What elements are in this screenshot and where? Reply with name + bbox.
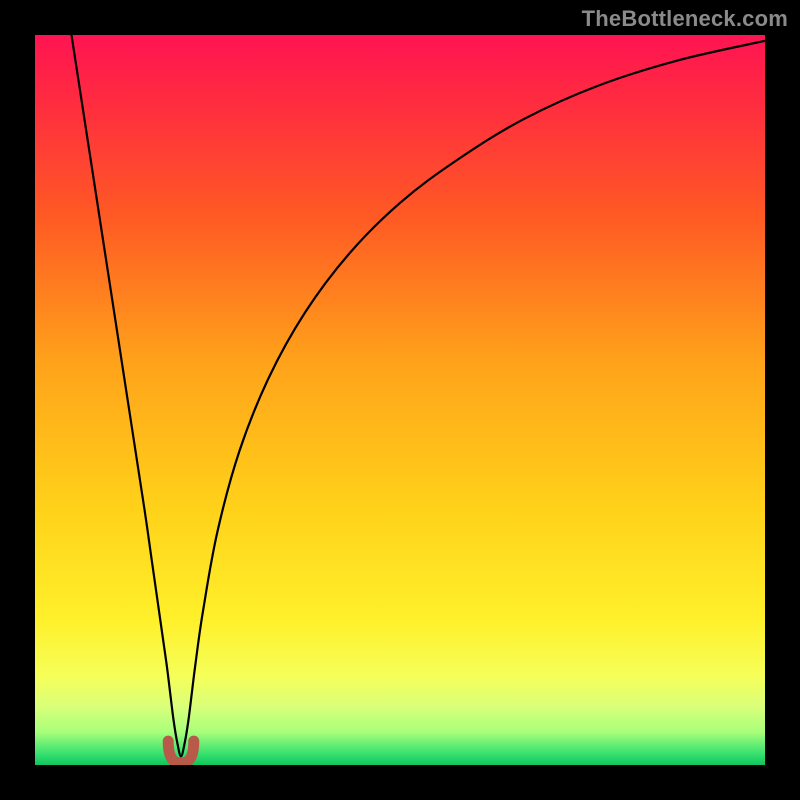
outer-frame: TheBottleneck.com xyxy=(0,0,800,800)
watermark-text: TheBottleneck.com xyxy=(582,6,788,32)
curve-minimum-bump xyxy=(168,741,194,763)
bottleneck-curve xyxy=(35,35,765,765)
curve-line xyxy=(72,35,766,756)
plot-area xyxy=(35,35,765,765)
